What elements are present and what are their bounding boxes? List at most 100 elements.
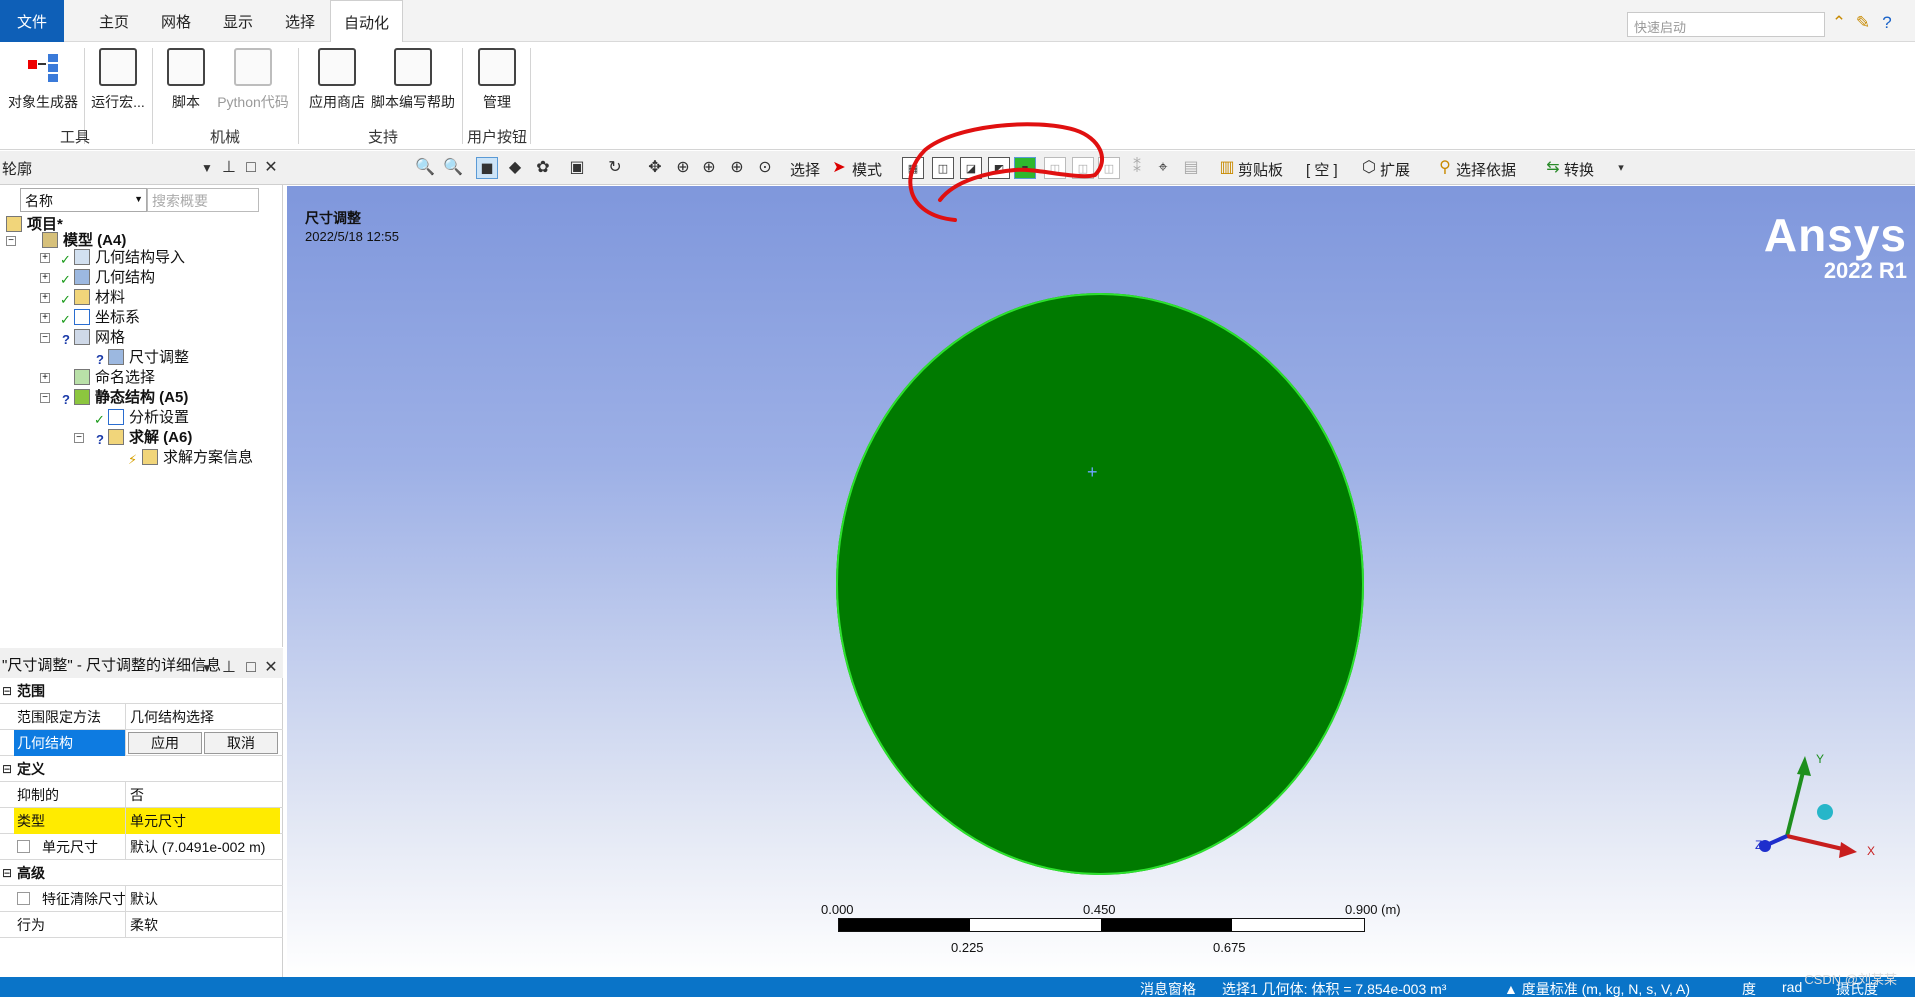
select-mode-icon[interactable]: ➤ — [828, 157, 850, 179]
python-code-button[interactable]: Python代码 — [212, 48, 294, 112]
select-element-body-icon[interactable]: ◫ — [1098, 157, 1120, 179]
tree-item-mesh[interactable]: 网格 — [74, 328, 125, 348]
expand-icon[interactable]: + — [40, 273, 50, 283]
rad-unit[interactable]: rad — [1782, 979, 1802, 995]
run-macro-button[interactable]: 运行宏... — [86, 48, 150, 112]
box-zoom-icon[interactable]: ⊕ — [698, 157, 720, 179]
label-icon[interactable]: ⌖ — [1152, 157, 1174, 179]
unit-system-dropdown[interactable]: ▲ 度量标准 (m, kg, N, s, V, A) — [1504, 979, 1690, 997]
shaded-view-icon[interactable]: ◆ — [504, 157, 526, 179]
tree-item-solution[interactable]: 求解 (A6) — [108, 428, 192, 448]
dropdown-icon[interactable]: ▼ — [196, 157, 218, 179]
pin-icon[interactable]: ⊥ — [218, 157, 240, 179]
select-edge-icon[interactable]: ◫ — [932, 157, 954, 179]
clipboard-dropdown[interactable]: 剪贴板 — [1238, 159, 1283, 180]
axis-triad[interactable] — [1747, 746, 1877, 896]
details-category-definition[interactable]: ⊟ 定义 — [0, 756, 283, 782]
quick-launch-input[interactable]: 快速启动 — [1627, 12, 1825, 37]
tree-item-named-selections[interactable]: 命名选择 — [74, 368, 155, 388]
select-label[interactable]: 选择 — [790, 159, 820, 180]
magnifier-icon[interactable]: ⊙ — [754, 157, 776, 179]
expand-icon[interactable]: + — [40, 313, 50, 323]
tab-mesh[interactable]: 网格 — [150, 0, 202, 42]
expand-icon[interactable]: + — [40, 373, 50, 383]
tab-automation[interactable]: 自动化 — [330, 0, 403, 43]
select-body-icon[interactable]: ◩ — [988, 157, 1010, 179]
script-button[interactable]: 脚本 — [160, 48, 212, 112]
app-store-button[interactable]: 应用商店 — [306, 48, 368, 112]
help-icon[interactable]: ? — [1876, 12, 1898, 34]
details-row-defeature-size[interactable]: 特征清除尺寸 默认 — [0, 886, 283, 912]
toolbar-overflow-icon[interactable]: ▾ — [1610, 157, 1632, 179]
maximize-icon[interactable]: □ — [240, 157, 262, 179]
tab-file[interactable]: 文件 — [0, 0, 64, 42]
collapse-icon[interactable]: ⊟ — [2, 867, 12, 879]
annotation-icon[interactable]: ▤ — [1180, 157, 1202, 179]
tab-home[interactable]: 主页 — [88, 0, 140, 42]
details-row-suppressed[interactable]: 抑制的 否 — [0, 782, 283, 808]
tree-item-materials[interactable]: 材料 — [74, 288, 125, 308]
apply-button[interactable]: 应用 — [128, 732, 202, 754]
expand-icon[interactable]: + — [40, 293, 50, 303]
close-icon[interactable]: ✕ — [260, 657, 282, 679]
cancel-button[interactable]: 取消 — [204, 732, 278, 754]
outline-filter-select[interactable]: 名称 — [20, 188, 147, 212]
collapse-icon[interactable]: − — [6, 236, 16, 246]
details-category-advanced[interactable]: ⊟ 高级 — [0, 860, 283, 886]
scripting-help-button[interactable]: 脚本编写帮助 — [368, 48, 458, 112]
messages-pane-toggle[interactable]: 消息窗格 — [1140, 979, 1196, 997]
view-options-icon[interactable]: ✿ — [532, 157, 554, 179]
tree-item-solution-information[interactable]: 求解方案信息 — [142, 448, 253, 468]
collapse-icon[interactable]: − — [40, 393, 50, 403]
zoom-in-icon[interactable]: 🔍 — [414, 157, 436, 179]
collapse-icon[interactable]: − — [40, 333, 50, 343]
collapse-icon[interactable]: ⊟ — [2, 763, 12, 775]
meshed-disk-body[interactable] — [836, 293, 1364, 875]
collapse-ribbon-icon[interactable]: ⌃ — [1828, 12, 1850, 34]
maximize-icon[interactable]: □ — [240, 657, 262, 679]
tree-item-sizing[interactable]: 尺寸调整 — [108, 348, 189, 368]
tab-display[interactable]: 显示 — [212, 0, 264, 42]
convert-dropdown[interactable]: 转换 — [1564, 159, 1594, 180]
details-row-element-size[interactable]: 单元尺寸 默认 (7.0491e-002 m) — [0, 834, 283, 860]
details-row-scoping-method[interactable]: 范围限定方法 几何结构选择 — [0, 704, 283, 730]
box-select-icon[interactable]: ▣ — [566, 157, 588, 179]
tree-item-coordinate-systems[interactable]: 坐标系 — [74, 308, 140, 328]
tree-item-static-structural[interactable]: 静态结构 (A5) — [74, 388, 188, 408]
rotate-icon[interactable]: ↻ — [604, 157, 626, 179]
tab-selection[interactable]: 选择 — [274, 0, 326, 42]
angle-unit[interactable]: 度 — [1742, 979, 1756, 997]
feedback-icon[interactable]: ✎ — [1852, 12, 1874, 34]
zoom-out-icon[interactable]: 🔍 — [442, 157, 464, 179]
manage-button[interactable]: 管理 — [470, 48, 524, 112]
select-vertex-icon[interactable]: ▦ — [902, 157, 924, 179]
graphics-viewport[interactable]: 尺寸调整 2022/5/18 12:55 Ansys 2022 R1 + 0.0… — [287, 186, 1915, 977]
iso-view-icon[interactable]: ◼ — [476, 157, 498, 179]
pan-icon[interactable]: ✥ — [644, 157, 666, 179]
expand-icon[interactable]: + — [40, 253, 50, 263]
tree-item-analysis-settings[interactable]: 分析设置 — [108, 408, 189, 428]
zoom-to-fit-icon[interactable]: ⊕ — [726, 157, 748, 179]
tree-item-geometry[interactable]: 几何结构 — [74, 268, 155, 288]
tree-item-geometry-import[interactable]: 几何结构导入 — [74, 248, 185, 268]
select-node-icon[interactable]: ◫ — [1044, 157, 1066, 179]
details-category-scope[interactable]: ⊟ 范围 — [0, 678, 283, 704]
select-element-icon[interactable]: ■ — [1014, 157, 1036, 179]
outline-search-input[interactable]: 搜索概要 — [147, 188, 259, 212]
object-generator-button[interactable]: 对象生成器 — [4, 48, 82, 112]
details-row-type[interactable]: 类型 单元尺寸 — [0, 808, 283, 834]
coordinate-select-icon[interactable]: ⁑ — [1126, 157, 1148, 179]
mode-dropdown[interactable]: 模式 — [852, 159, 882, 180]
dropdown-icon[interactable]: ▼ — [196, 657, 218, 679]
zoom-icon[interactable]: ⊕ — [672, 157, 694, 179]
collapse-icon[interactable]: ⊟ — [2, 685, 12, 697]
collapse-icon[interactable]: − — [74, 433, 84, 443]
close-icon[interactable]: ✕ — [260, 157, 282, 179]
details-row-geometry[interactable]: 几何结构 应用 取消 — [0, 730, 283, 756]
extend-dropdown[interactable]: 扩展 — [1380, 159, 1410, 180]
select-by-dropdown[interactable]: 选择依据 — [1456, 159, 1516, 180]
details-row-behavior[interactable]: 行为 柔软 — [0, 912, 283, 938]
select-element-face-icon[interactable]: ◫ — [1072, 157, 1094, 179]
select-face-icon[interactable]: ◪ — [960, 157, 982, 179]
pin-icon[interactable]: ⊥ — [218, 657, 240, 679]
